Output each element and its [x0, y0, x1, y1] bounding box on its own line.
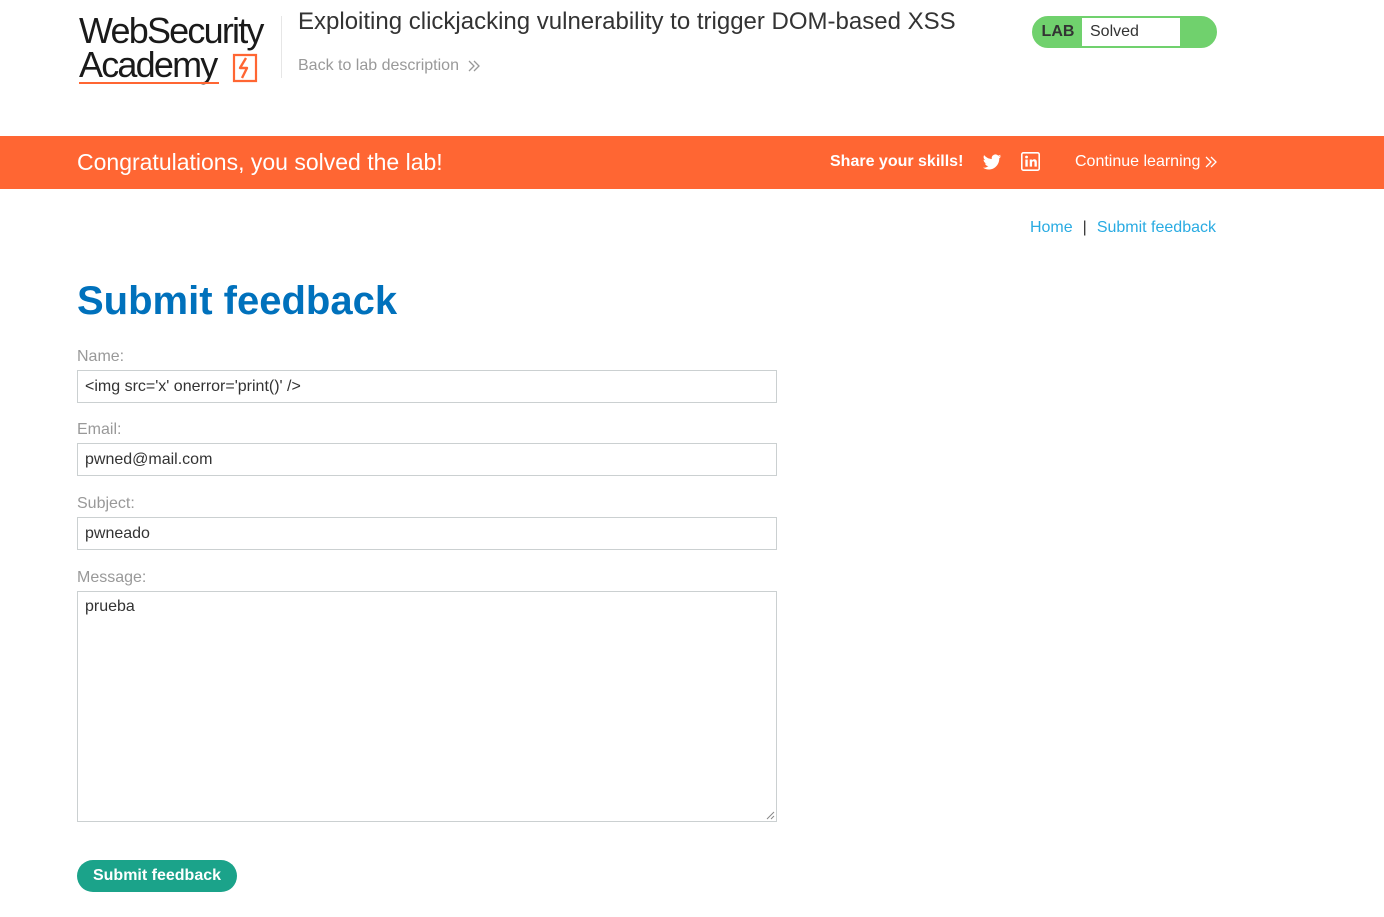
page-title: Submit feedback — [77, 279, 398, 323]
email-label: Email: — [77, 421, 122, 438]
resize-grip-icon[interactable] — [766, 811, 775, 820]
lab-status-text: Solved — [1082, 18, 1180, 46]
breadcrumb-separator: | — [1082, 219, 1087, 236]
logo-underline — [79, 82, 219, 84]
lab-header: WebSecurity Academy Exploiting clickjack… — [0, 0, 1384, 136]
message-text: prueba — [85, 598, 135, 615]
message-textarea[interactable]: prueba — [77, 591, 777, 822]
email-input[interactable]: pwned@mail.com — [77, 443, 777, 476]
back-link-label: Back to lab description — [298, 57, 459, 74]
header-divider — [281, 16, 282, 78]
logo-bolt-icon — [232, 53, 258, 83]
web-security-academy-logo[interactable]: WebSecurity Academy — [79, 10, 279, 88]
solved-banner: Congratulations, you solved the lab! Sha… — [0, 136, 1384, 189]
lab-status-widget: LAB Solved — [1032, 16, 1217, 48]
logo-line-1: WebSecurity — [79, 10, 264, 51]
breadcrumb-home-link[interactable]: Home — [1030, 219, 1073, 237]
twitter-icon[interactable] — [982, 152, 1002, 172]
back-to-lab-description-link[interactable]: Back to lab description — [298, 57, 481, 75]
continue-learning-link[interactable]: Continue learning — [1075, 153, 1218, 171]
linkedin-icon[interactable] — [1021, 152, 1040, 171]
lab-title: Exploiting clickjacking vulnerability to… — [298, 8, 956, 35]
breadcrumb: Home | Submit feedback — [1030, 219, 1216, 237]
lab-badge: LAB — [1034, 18, 1082, 46]
breadcrumb-submit-feedback-link[interactable]: Submit feedback — [1097, 219, 1216, 237]
message-label: Message: — [77, 569, 147, 586]
double-chevron-right-icon — [1205, 156, 1218, 168]
submit-feedback-button[interactable]: Submit feedback — [77, 860, 237, 892]
congratulations-message: Congratulations, you solved the lab! — [77, 149, 443, 175]
name-label: Name: — [77, 348, 125, 365]
subject-input[interactable]: pwneado — [77, 517, 777, 550]
subject-label: Subject: — [77, 495, 135, 512]
status-indicator — [1180, 18, 1215, 46]
logo-line-2: Academy — [79, 44, 218, 85]
name-input[interactable]: <img src='x' onerror='print()' /> — [77, 370, 777, 403]
continue-learning-label: Continue learning — [1075, 153, 1201, 170]
double-chevron-right-icon — [468, 60, 480, 72]
share-skills-label: Share your skills! — [830, 153, 964, 170]
